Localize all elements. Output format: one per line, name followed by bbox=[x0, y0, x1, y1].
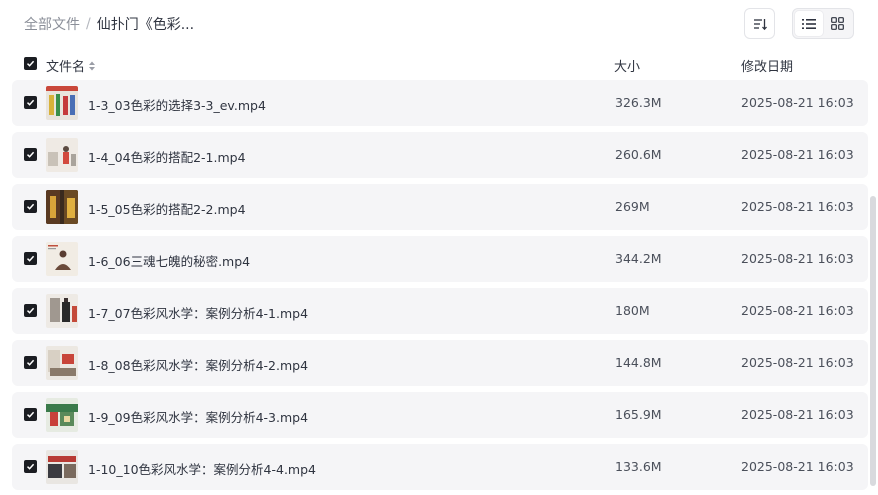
breadcrumb-current-folder: 仙扑门《色彩... bbox=[96, 17, 195, 33]
check-icon bbox=[26, 60, 35, 67]
file-size: 269M bbox=[615, 199, 650, 214]
file-name[interactable]: 1-6_06三魂七魄的秘密.mp4 bbox=[88, 251, 250, 270]
row-checkbox[interactable] bbox=[24, 148, 37, 161]
file-date: 2025-08-21 16:03 bbox=[741, 251, 854, 266]
column-header-name-label: 文件名 bbox=[46, 60, 86, 75]
video-thumbnail bbox=[46, 86, 78, 120]
table-row[interactable]: 1-9_09色彩风水学：案例分析4-3.mp4 165.9M 2025-08-2… bbox=[12, 392, 868, 438]
file-name[interactable]: 1-9_09色彩风水学：案例分析4-3.mp4 bbox=[88, 407, 308, 426]
video-thumbnail bbox=[46, 242, 78, 276]
file-date: 2025-08-21 16:03 bbox=[741, 407, 854, 422]
file-date: 2025-08-21 16:03 bbox=[741, 199, 854, 214]
sort-icon bbox=[753, 18, 767, 30]
check-icon bbox=[26, 151, 35, 158]
file-size: 326.3M bbox=[615, 95, 662, 110]
breadcrumb-separator: / bbox=[86, 16, 91, 32]
video-thumbnail bbox=[46, 294, 78, 328]
row-checkbox[interactable] bbox=[24, 460, 37, 473]
column-header-date[interactable]: 修改日期 bbox=[741, 56, 793, 75]
file-date: 2025-08-21 16:03 bbox=[741, 355, 854, 370]
file-size: 165.9M bbox=[615, 407, 662, 422]
table-row[interactable]: 1-6_06三魂七魄的秘密.mp4 344.2M 2025-08-21 16:0… bbox=[12, 236, 868, 282]
file-date: 2025-08-21 16:03 bbox=[741, 303, 854, 318]
column-header-name[interactable]: 文件名 bbox=[46, 56, 96, 75]
table-row[interactable]: 1-3_03色彩的选择3-3_ev.mp4 326.3M 2025-08-21 … bbox=[12, 80, 868, 126]
file-size: 144.8M bbox=[615, 355, 662, 370]
sort-button[interactable] bbox=[744, 8, 775, 39]
vertical-scrollbar[interactable] bbox=[870, 196, 876, 486]
table-row[interactable]: 1-8_08色彩风水学：案例分析4-2.mp4 144.8M 2025-08-2… bbox=[12, 340, 868, 386]
select-all-checkbox[interactable] bbox=[24, 57, 37, 70]
table-row[interactable]: 1-7_07色彩风水学：案例分析4-1.mp4 180M 2025-08-21 … bbox=[12, 288, 868, 334]
grid-view-button[interactable] bbox=[823, 11, 851, 36]
file-date: 2025-08-21 16:03 bbox=[741, 459, 854, 474]
file-name[interactable]: 1-8_08色彩风水学：案例分析4-2.mp4 bbox=[88, 355, 308, 374]
check-icon bbox=[26, 463, 35, 470]
grid-view-icon bbox=[830, 17, 844, 30]
row-checkbox[interactable] bbox=[24, 304, 37, 317]
video-thumbnail bbox=[46, 138, 78, 172]
check-icon bbox=[26, 359, 35, 366]
check-icon bbox=[26, 99, 35, 106]
file-date: 2025-08-21 16:03 bbox=[741, 95, 854, 110]
file-manager: 全部文件 / 仙扑门《色彩... 文件名 大小 修改日期 1-3_03色彩的选择… bbox=[0, 0, 878, 495]
sort-toggle-icon bbox=[89, 61, 96, 70]
video-thumbnail bbox=[46, 398, 78, 432]
table-header: 文件名 大小 修改日期 bbox=[0, 48, 878, 80]
breadcrumb: 全部文件 / 仙扑门《色彩... bbox=[24, 14, 194, 34]
file-list: 1-3_03色彩的选择3-3_ev.mp4 326.3M 2025-08-21 … bbox=[12, 80, 868, 495]
file-name[interactable]: 1-10_10色彩风水学：案例分析4-4.mp4 bbox=[88, 459, 316, 478]
column-header-size[interactable]: 大小 bbox=[614, 56, 640, 75]
table-row[interactable]: 1-5_05色彩的搭配2-2.mp4 269M 2025-08-21 16:03 bbox=[12, 184, 868, 230]
video-thumbnail bbox=[46, 190, 78, 224]
file-size: 133.6M bbox=[615, 459, 662, 474]
table-row[interactable]: 1-10_10色彩风水学：案例分析4-4.mp4 133.6M 2025-08-… bbox=[12, 444, 868, 490]
file-size: 344.2M bbox=[615, 251, 662, 266]
file-name[interactable]: 1-4_04色彩的搭配2-1.mp4 bbox=[88, 147, 246, 166]
breadcrumb-root-link[interactable]: 全部文件 bbox=[24, 14, 80, 34]
check-icon bbox=[26, 255, 35, 262]
row-checkbox[interactable] bbox=[24, 96, 37, 109]
list-view-button[interactable] bbox=[795, 11, 823, 36]
file-size: 260.6M bbox=[615, 147, 662, 162]
check-icon bbox=[26, 411, 35, 418]
view-toggle bbox=[792, 8, 854, 39]
table-row[interactable]: 1-4_04色彩的搭配2-1.mp4 260.6M 2025-08-21 16:… bbox=[12, 132, 868, 178]
file-date: 2025-08-21 16:03 bbox=[741, 147, 854, 162]
row-checkbox[interactable] bbox=[24, 408, 37, 421]
video-thumbnail bbox=[46, 450, 78, 484]
top-bar: 全部文件 / 仙扑门《色彩... bbox=[0, 0, 878, 48]
file-size: 180M bbox=[615, 303, 650, 318]
check-icon bbox=[26, 307, 35, 314]
list-view-icon bbox=[802, 18, 816, 29]
file-name[interactable]: 1-5_05色彩的搭配2-2.mp4 bbox=[88, 199, 246, 218]
row-checkbox[interactable] bbox=[24, 200, 37, 213]
video-thumbnail bbox=[46, 346, 78, 380]
row-checkbox[interactable] bbox=[24, 252, 37, 265]
file-name[interactable]: 1-3_03色彩的选择3-3_ev.mp4 bbox=[88, 95, 266, 114]
row-checkbox[interactable] bbox=[24, 356, 37, 369]
check-icon bbox=[26, 203, 35, 210]
file-name[interactable]: 1-7_07色彩风水学：案例分析4-1.mp4 bbox=[88, 303, 308, 322]
